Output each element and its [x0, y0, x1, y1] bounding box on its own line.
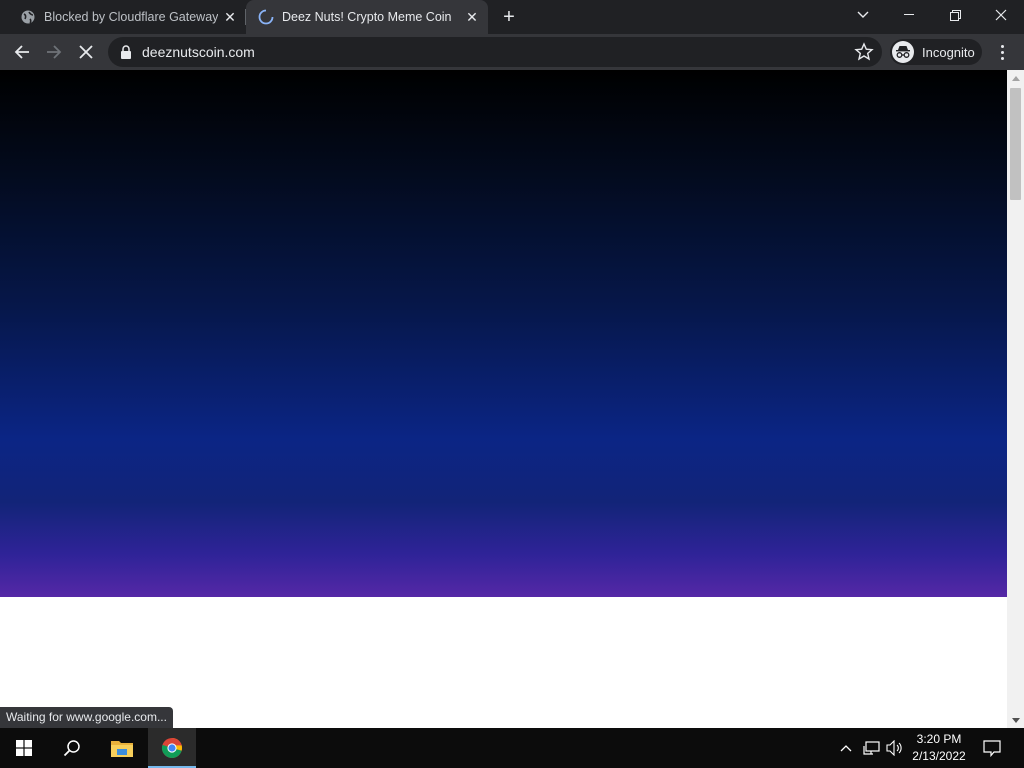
- tab-title: Deez Nuts! Crypto Meme Coin: [282, 10, 452, 24]
- page-scrollbar[interactable]: [1007, 70, 1024, 728]
- page-viewport[interactable]: [0, 70, 1007, 728]
- clock-date: 2/13/2022: [912, 749, 966, 763]
- arrow-right-icon: [47, 45, 62, 59]
- close-tab-icon[interactable]: ✕: [464, 9, 480, 25]
- tab-strip: Blocked by Cloudflare Gateway ✕ Deez Nut…: [0, 0, 1024, 34]
- close-window-button[interactable]: [978, 0, 1024, 30]
- scroll-down-arrow-icon[interactable]: [1007, 712, 1024, 728]
- tab-blocked-cloudflare[interactable]: Blocked by Cloudflare Gateway ✕: [0, 0, 246, 34]
- chevron-up-icon: [840, 745, 852, 752]
- new-tab-button[interactable]: +: [498, 6, 520, 28]
- start-button[interactable]: [0, 728, 48, 768]
- lock-icon[interactable]: [120, 45, 132, 59]
- hero-banner: [0, 70, 1007, 597]
- incognito-icon: [892, 41, 914, 63]
- folder-icon: [111, 741, 133, 757]
- scrollbar-thumb[interactable]: [1010, 88, 1021, 200]
- arrow-left-icon: [14, 45, 29, 59]
- loading-spinner-icon: [258, 9, 274, 25]
- tab-deez-nuts[interactable]: Deez Nuts! Crypto Meme Coin ✕: [246, 0, 488, 34]
- browser-toolbar: deeznutscoin.com Incognito: [0, 34, 1024, 70]
- windows-logo-icon: [16, 740, 32, 756]
- close-icon: [995, 9, 1007, 21]
- show-hidden-icons-button[interactable]: [836, 728, 856, 768]
- minimize-button[interactable]: [886, 0, 932, 30]
- taskbar: 3:20 PM 2/13/2022: [0, 728, 1024, 768]
- notification-icon: [983, 739, 1001, 757]
- back-button[interactable]: [8, 38, 36, 66]
- menu-dot-icon: [1000, 44, 1004, 48]
- volume-button[interactable]: [884, 728, 906, 768]
- menu-dot-icon: [1000, 50, 1004, 54]
- menu-dot-icon: [1000, 56, 1004, 60]
- url-text: deeznutscoin.com: [142, 44, 255, 60]
- incognito-label: Incognito: [922, 44, 975, 60]
- tab-title: Blocked by Cloudflare Gateway: [44, 10, 219, 24]
- bookmark-star-icon[interactable]: [854, 42, 874, 62]
- file-explorer-button[interactable]: [98, 728, 146, 768]
- incognito-indicator[interactable]: Incognito: [890, 39, 982, 65]
- volume-icon: [886, 740, 902, 756]
- taskbar-clock[interactable]: 3:20 PM 2/13/2022: [906, 731, 972, 765]
- network-icon: [863, 741, 880, 755]
- minimize-icon: [904, 14, 914, 15]
- search-button[interactable]: [48, 728, 96, 768]
- restore-button[interactable]: [932, 0, 978, 30]
- stop-x-icon: [79, 45, 93, 59]
- tab-search-button[interactable]: [840, 0, 886, 30]
- globe-icon: [20, 9, 36, 25]
- forward-button[interactable]: [40, 38, 68, 66]
- search-icon: [63, 740, 80, 757]
- close-tab-icon[interactable]: ✕: [222, 9, 238, 25]
- clock-time: 3:20 PM: [916, 732, 962, 746]
- action-center-button[interactable]: [976, 728, 1008, 768]
- network-button[interactable]: [860, 728, 884, 768]
- stop-loading-button[interactable]: [72, 38, 100, 66]
- chrome-logo-icon: [162, 738, 183, 758]
- chevron-down-icon: [857, 11, 869, 18]
- browser-menu-button[interactable]: [992, 39, 1012, 65]
- restore-icon: [949, 9, 961, 21]
- chrome-taskbar-button[interactable]: [148, 728, 196, 768]
- status-bubble: Waiting for www.google.com...: [0, 707, 173, 728]
- address-bar[interactable]: deeznutscoin.com: [108, 37, 882, 67]
- scroll-up-arrow-icon[interactable]: [1007, 70, 1024, 86]
